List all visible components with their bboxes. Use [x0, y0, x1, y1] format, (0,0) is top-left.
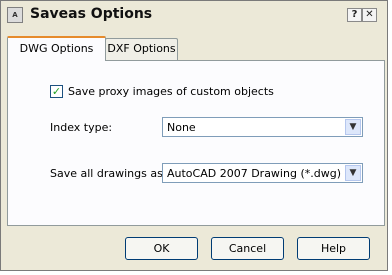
save-format-value: AutoCAD 2007 Drawing (*.dwg)	[167, 167, 341, 180]
save-as-label: Save all drawings as:	[50, 167, 167, 180]
index-type-label: Index type:	[50, 121, 113, 134]
ok-button[interactable]: OK	[125, 237, 198, 260]
index-type-select[interactable]: None ▼	[162, 117, 363, 137]
help-button[interactable]: Help	[297, 237, 370, 260]
title-bar[interactable]: A Saveas Options ? ✕	[1, 1, 387, 29]
index-type-value: None	[167, 121, 196, 134]
chevron-down-icon[interactable]: ▼	[345, 165, 361, 181]
tab-dwg-options[interactable]: DWG Options	[7, 36, 106, 61]
save-format-select[interactable]: AutoCAD 2007 Drawing (*.dwg) ▼	[162, 163, 363, 183]
autocad-app-icon: A	[7, 7, 23, 23]
cancel-button[interactable]: Cancel	[211, 237, 284, 260]
help-icon[interactable]: ?	[347, 8, 362, 22]
saveas-options-dialog: A Saveas Options ? ✕ DWG Options DXF Opt…	[0, 0, 388, 271]
proxy-images-checkbox[interactable]: ✓	[50, 85, 63, 98]
close-icon[interactable]: ✕	[362, 8, 377, 22]
proxy-images-label: Save proxy images of custom objects	[68, 85, 274, 98]
dialog-title: Saveas Options	[30, 6, 153, 22]
tab-dxf-options[interactable]: DXF Options	[105, 38, 178, 60]
chevron-down-icon[interactable]: ▼	[345, 119, 361, 135]
